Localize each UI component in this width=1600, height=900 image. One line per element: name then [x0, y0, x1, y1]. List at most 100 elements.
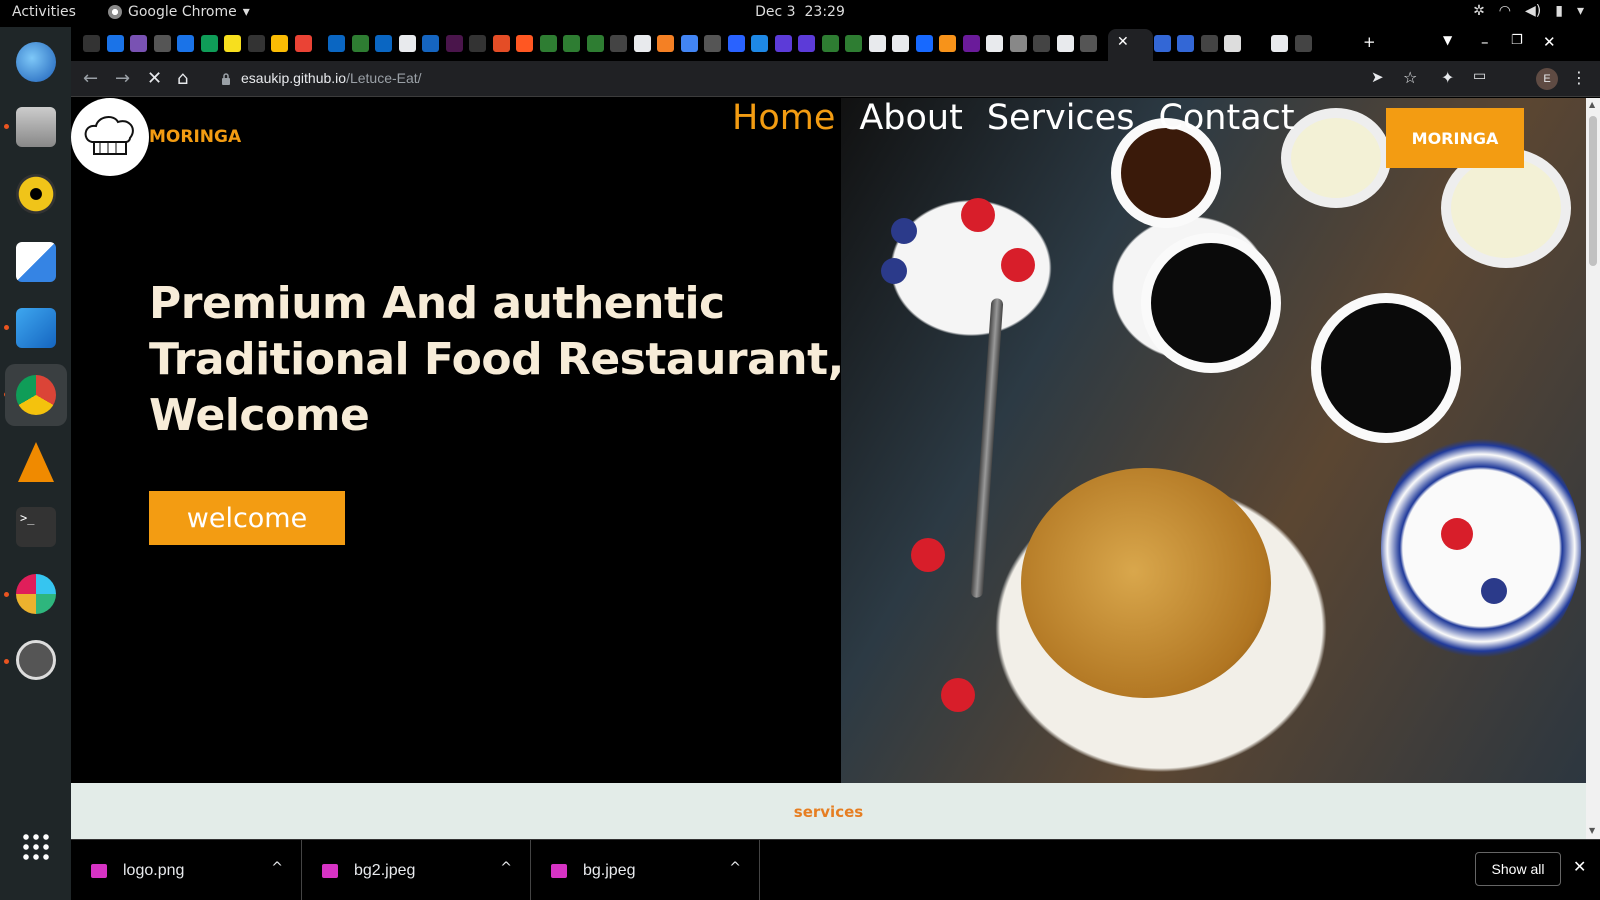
- stop-loading-button[interactable]: ✕: [147, 68, 162, 89]
- globe-icon[interactable]: [153, 35, 171, 52]
- tree-icon[interactable]: [586, 35, 604, 52]
- close-icon[interactable]: [1056, 35, 1074, 52]
- app-menu[interactable]: Google Chrome ▾: [108, 4, 250, 20]
- scroll-thumb[interactable]: [1589, 116, 1597, 266]
- bookmark-star-icon[interactable]: ☆: [1403, 68, 1417, 87]
- wifi-icon[interactable]: ◠: [1499, 3, 1511, 19]
- chrome-icon[interactable]: [1009, 35, 1027, 52]
- dock-text-editor[interactable]: [11, 237, 61, 287]
- c-icon[interactable]: [398, 35, 416, 52]
- tree-icon[interactable]: [351, 35, 369, 52]
- cast-icon[interactable]: ▭: [1473, 68, 1486, 84]
- active-tab[interactable]: [1108, 29, 1153, 61]
- download-item[interactable]: logo.png ^: [71, 840, 302, 900]
- extensions-icon[interactable]: ✦: [1441, 68, 1454, 87]
- bulb-icon[interactable]: [271, 35, 288, 52]
- img-icon[interactable]: [1224, 35, 1241, 52]
- profile-avatar[interactable]: E: [1536, 68, 1558, 90]
- system-tray[interactable]: ✲ ◠ ◀) ▮ ▾: [1473, 3, 1584, 19]
- close-icon[interactable]: ✕: [1117, 34, 1129, 50]
- github-icon[interactable]: [1033, 35, 1050, 52]
- html5-icon[interactable]: [492, 35, 510, 52]
- scroll-down-icon[interactable]: ▼: [1589, 826, 1595, 835]
- address-bar[interactable]: esaukip.github.io/Letuce-Eat/: [241, 70, 422, 86]
- show-applications-button[interactable]: [11, 822, 61, 872]
- chrome-icon[interactable]: [986, 35, 1003, 52]
- battery-icon[interactable]: ▮: [1555, 3, 1563, 19]
- chevron-up-icon[interactable]: ^: [729, 860, 741, 876]
- download-item[interactable]: bg.jpeg ^: [531, 840, 760, 900]
- settings-icon[interactable]: ✲: [1473, 3, 1485, 19]
- medium-icon[interactable]: [469, 35, 486, 52]
- check-icon[interactable]: [751, 35, 768, 52]
- n-icon[interactable]: [774, 35, 792, 52]
- google-icon[interactable]: [892, 35, 909, 52]
- welcome-button[interactable]: welcome: [149, 491, 345, 545]
- n-icon[interactable]: [798, 35, 815, 52]
- lock-icon[interactable]: [221, 70, 231, 85]
- bootstrap-icon[interactable]: [130, 35, 147, 52]
- back-button[interactable]: ←: [83, 68, 98, 89]
- w-icon[interactable]: [539, 35, 557, 52]
- more-menu-icon[interactable]: ⋮: [1571, 68, 1587, 87]
- minimize-button[interactable]: –: [1481, 33, 1489, 51]
- dock-thunderbird[interactable]: [11, 37, 61, 87]
- js-icon[interactable]: [224, 35, 241, 52]
- forward-button[interactable]: →: [115, 68, 130, 89]
- github-icon[interactable]: [1294, 35, 1312, 52]
- chevron-up-icon[interactable]: ^: [500, 860, 512, 876]
- page-scrollbar[interactable]: ▲ ▼: [1586, 98, 1600, 839]
- scroll-up-icon[interactable]: ▲: [1589, 100, 1595, 109]
- github-icon[interactable]: [1200, 35, 1218, 52]
- chevron-up-icon[interactable]: ^: [271, 860, 283, 876]
- send-to-device-icon[interactable]: ➤: [1371, 68, 1384, 86]
- dock-software-updater[interactable]: [11, 635, 61, 685]
- hex-icon[interactable]: [962, 35, 980, 52]
- activities-button[interactable]: Activities: [12, 4, 76, 20]
- w-icon[interactable]: [845, 35, 862, 52]
- flag-icon[interactable]: [1177, 35, 1194, 52]
- chrome-icon[interactable]: [1271, 35, 1288, 52]
- volume-icon[interactable]: ◀): [1525, 3, 1541, 19]
- slack-icon[interactable]: [445, 35, 463, 52]
- window-close-button[interactable]: ✕: [1543, 33, 1556, 51]
- is-icon[interactable]: [1247, 35, 1265, 52]
- drive-icon[interactable]: [200, 35, 218, 52]
- dock-slack[interactable]: [11, 569, 61, 619]
- flag-icon[interactable]: [1153, 35, 1171, 52]
- download-item[interactable]: bg2.jpeg ^: [302, 840, 531, 900]
- nav-services[interactable]: Services: [987, 98, 1135, 138]
- dock-terminal[interactable]: >_: [11, 502, 61, 552]
- linkedin-icon[interactable]: [375, 35, 392, 52]
- fsg-icon[interactable]: [516, 35, 533, 52]
- dock-rhythmbox[interactable]: [11, 169, 61, 219]
- tab-search-icon[interactable]: ▼: [1443, 33, 1452, 47]
- power-menu-icon[interactable]: ▾: [1577, 3, 1584, 19]
- restore-button[interactable]: ❐: [1511, 33, 1523, 48]
- show-all-downloads-button[interactable]: Show all: [1475, 852, 1561, 886]
- dock-vlc[interactable]: [11, 437, 61, 487]
- home-button[interactable]: ⌂: [177, 68, 188, 89]
- nav-contact[interactable]: Contact: [1158, 98, 1294, 138]
- stack-icon[interactable]: [657, 35, 674, 52]
- nav-about[interactable]: About: [859, 98, 962, 138]
- medium-icon[interactable]: [83, 35, 100, 52]
- github-icon[interactable]: [610, 35, 627, 52]
- help-icon[interactable]: [177, 35, 194, 52]
- dock-chrome[interactable]: [5, 364, 67, 426]
- brand[interactable]: MORINGA: [71, 98, 241, 176]
- hashnode-icon[interactable]: [727, 35, 745, 52]
- docs-icon[interactable]: [680, 35, 698, 52]
- new-tab-button[interactable]: +: [1363, 33, 1376, 51]
- dock-vscode[interactable]: [11, 303, 61, 353]
- gmail-icon[interactable]: [294, 35, 312, 52]
- dock-files[interactable]: [11, 102, 61, 152]
- tree-icon[interactable]: [563, 35, 580, 52]
- latex-icon[interactable]: [1080, 35, 1097, 52]
- google-icon[interactable]: [868, 35, 886, 52]
- close-icon[interactable]: ✕: [1573, 857, 1586, 876]
- youtube-icon[interactable]: [106, 35, 124, 52]
- behance-icon[interactable]: [915, 35, 933, 52]
- w-icon[interactable]: [821, 35, 839, 52]
- 3-icon[interactable]: [422, 35, 439, 52]
